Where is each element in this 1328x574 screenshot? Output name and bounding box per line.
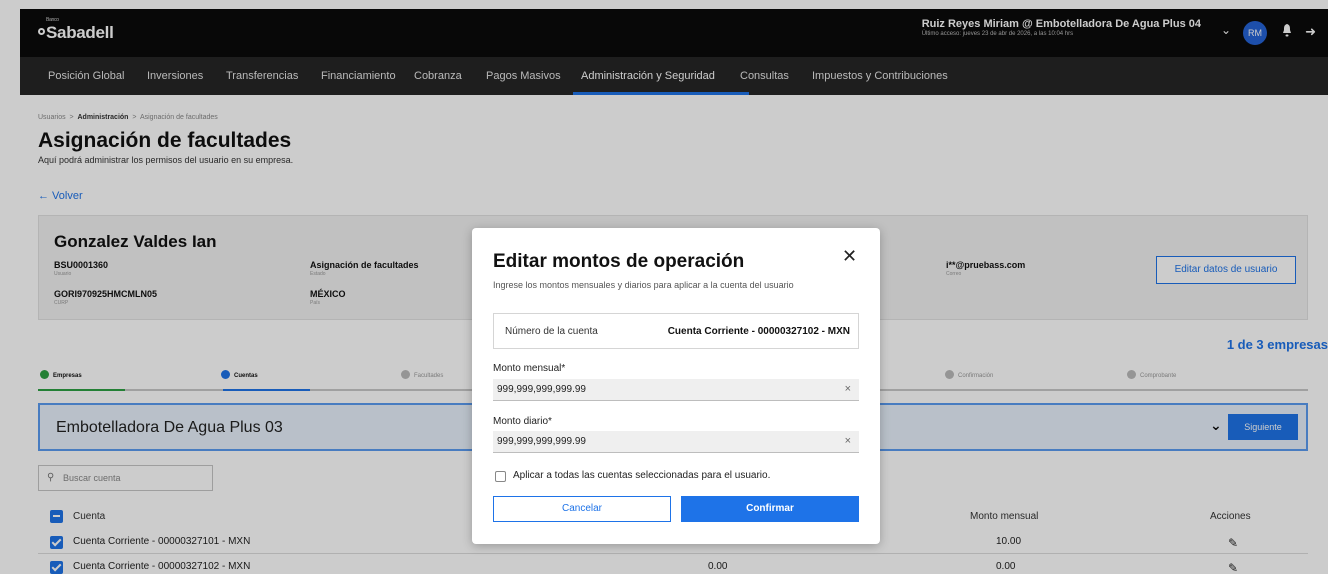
apply-all-label[interactable]: Aplicar a todas las cuentas seleccionada… [513,470,770,481]
monthly-amount-value: 999,999,999,999.99 [497,384,586,395]
monthly-amount-field[interactable]: 999,999,999,999.99 × [493,379,859,401]
cancel-button[interactable]: Cancelar [493,496,671,522]
clear-icon[interactable]: × [845,383,851,395]
modal-subtitle: Ingrese los montos mensuales y diarios p… [493,280,794,290]
monthly-label: Monto mensual* [493,363,566,374]
daily-amount-field[interactable]: 999,999,999,999.99 × [493,431,859,453]
clear-icon[interactable]: × [845,435,851,447]
apply-all-checkbox[interactable] [495,471,506,482]
edit-amounts-modal: Editar montos de operación ✕ Ingrese los… [472,228,880,544]
close-icon[interactable]: ✕ [842,246,857,267]
confirm-button[interactable]: Confirmar [681,496,859,522]
account-value: Cuenta Corriente - 00000327102 - MXN [667,326,850,337]
daily-amount-value: 999,999,999,999.99 [497,436,586,447]
daily-label: Monto diario* [493,416,552,427]
account-info-box: Número de la cuenta Cuenta Corriente - 0… [493,313,859,349]
modal-title: Editar montos de operación [493,251,745,272]
account-label: Número de la cuenta [505,326,598,337]
